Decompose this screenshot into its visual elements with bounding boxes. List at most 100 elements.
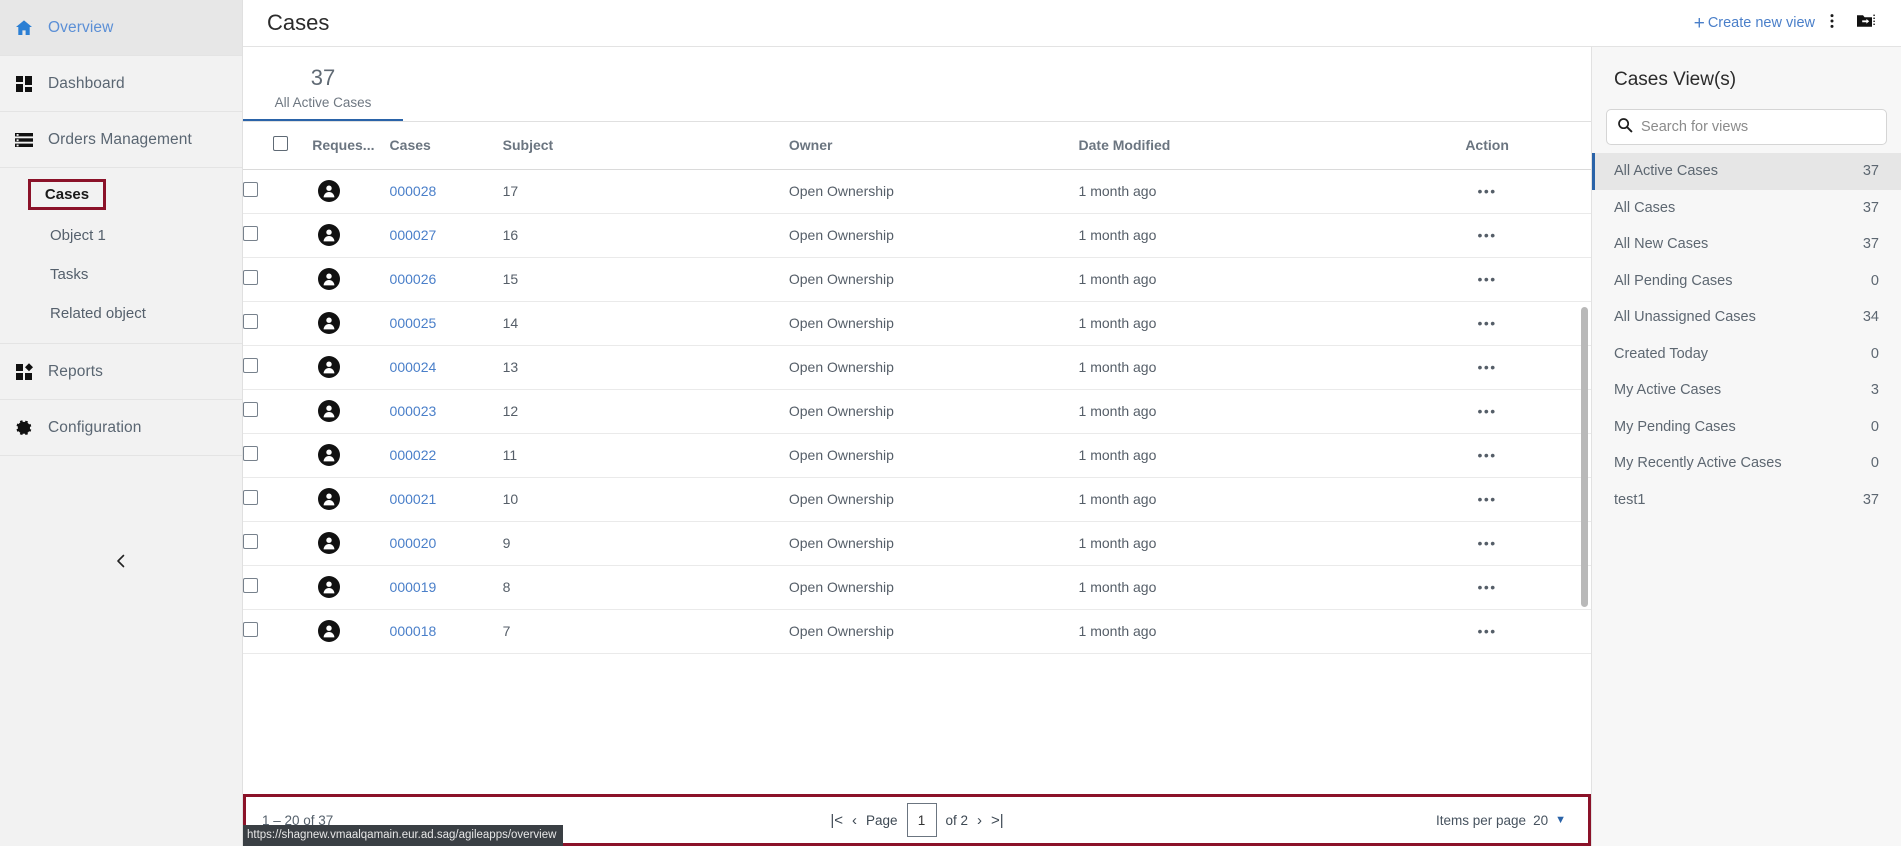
view-list-item[interactable]: My Active Cases 3: [1592, 372, 1901, 409]
table-row[interactable]: 000023 12 Open Ownership 1 month ago •••: [243, 389, 1591, 433]
prev-page-button[interactable]: ‹: [852, 812, 857, 829]
column-header-owner[interactable]: Owner: [788, 122, 1079, 170]
row-requester-cell: [312, 389, 389, 433]
total-pages-label: of 2: [945, 812, 969, 828]
export-button[interactable]: [1849, 6, 1883, 40]
table-row[interactable]: 000019 8 Open Ownership 1 month ago •••: [243, 565, 1591, 609]
view-item-count: 0: [1870, 272, 1879, 289]
sidebar-item-cases[interactable]: Cases: [28, 178, 106, 210]
case-link[interactable]: 000021: [390, 491, 437, 507]
column-header-subject[interactable]: Subject: [502, 122, 789, 170]
row-action-button[interactable]: •••: [1383, 433, 1591, 477]
row-checkbox[interactable]: [243, 314, 258, 329]
column-header-cases[interactable]: Cases: [389, 122, 503, 170]
first-page-button[interactable]: |<: [830, 812, 843, 829]
view-list-item[interactable]: All New Cases 37: [1592, 226, 1901, 263]
view-list-item[interactable]: My Recently Active Cases 0: [1592, 445, 1901, 482]
row-date-cell: 1 month ago: [1078, 359, 1157, 375]
table-row[interactable]: 000025 14 Open Ownership 1 month ago •••: [243, 301, 1591, 345]
row-action-button[interactable]: •••: [1383, 169, 1591, 213]
view-list-item[interactable]: Created Today 0: [1592, 336, 1901, 373]
column-header-requester[interactable]: Reques...: [312, 122, 390, 170]
table-row[interactable]: 000021 10 Open Ownership 1 month ago •••: [243, 477, 1591, 521]
tab-all-active-cases[interactable]: 37 All Active Cases: [243, 47, 403, 122]
case-link[interactable]: 000025: [390, 315, 437, 331]
cases-table: Reques... Cases Subject Owner Date Modif…: [243, 122, 1591, 654]
views-search-box[interactable]: [1606, 109, 1887, 145]
table-row[interactable]: 000018 7 Open Ownership 1 month ago •••: [243, 609, 1591, 653]
select-all-checkbox[interactable]: [273, 136, 288, 152]
row-owner-cell: Open Ownership: [788, 623, 894, 639]
view-list-item[interactable]: My Pending Cases 0: [1592, 409, 1901, 446]
case-link[interactable]: 000023: [390, 403, 437, 419]
row-action-button[interactable]: •••: [1383, 477, 1591, 521]
sidebar-item-object-1[interactable]: Object 1: [0, 216, 242, 255]
row-action-button[interactable]: •••: [1383, 389, 1591, 433]
row-subject-cell: 14: [502, 315, 519, 331]
row-checkbox[interactable]: [243, 402, 258, 417]
grid-vertical-scrollbar[interactable]: [1581, 307, 1588, 607]
page-label: Page: [865, 812, 898, 828]
table-row[interactable]: 000027 16 Open Ownership 1 month ago •••: [243, 213, 1591, 257]
row-checkbox[interactable]: [243, 358, 258, 373]
row-action-button[interactable]: •••: [1383, 345, 1591, 389]
row-subject-cell: 13: [502, 359, 519, 375]
table-row[interactable]: 000024 13 Open Ownership 1 month ago •••: [243, 345, 1591, 389]
row-checkbox[interactable]: [243, 490, 258, 505]
view-list-item[interactable]: All Active Cases 37: [1592, 153, 1901, 190]
view-list-item[interactable]: All Cases 37: [1592, 190, 1901, 227]
row-action-button[interactable]: •••: [1383, 301, 1591, 345]
search-input[interactable]: [1641, 119, 1876, 135]
row-action-button[interactable]: •••: [1383, 213, 1591, 257]
row-checkbox[interactable]: [243, 578, 258, 593]
view-list-item[interactable]: All Pending Cases 0: [1592, 263, 1901, 300]
sidebar-item-dashboard[interactable]: Dashboard: [0, 56, 242, 112]
row-action-button[interactable]: •••: [1383, 609, 1591, 653]
view-item-label: test1: [1614, 491, 1646, 508]
sidebar-item-label: Orders Management: [48, 130, 192, 148]
sidebar-item-overview[interactable]: Overview: [0, 0, 242, 56]
row-checkbox[interactable]: [243, 226, 258, 241]
create-new-view-button[interactable]: + Create new view: [1694, 14, 1815, 33]
table-row[interactable]: 000028 17 Open Ownership 1 month ago •••: [243, 169, 1591, 213]
case-link[interactable]: 000018: [390, 623, 437, 639]
column-header-date-modified[interactable]: Date Modified: [1078, 122, 1384, 170]
sidebar-item-related-object[interactable]: Related object: [0, 294, 242, 333]
row-checkbox[interactable]: [243, 622, 258, 637]
view-list-item[interactable]: test1 37: [1592, 482, 1901, 519]
row-checkbox[interactable]: [243, 446, 258, 461]
sidebar-item-reports[interactable]: Reports: [0, 344, 242, 400]
next-page-button[interactable]: ›: [977, 812, 982, 829]
row-checkbox[interactable]: [243, 182, 258, 197]
view-list-item[interactable]: All Unassigned Cases 34: [1592, 299, 1901, 336]
row-action-button[interactable]: •••: [1383, 521, 1591, 565]
view-item-count: 0: [1870, 455, 1879, 472]
table-row[interactable]: 000022 11 Open Ownership 1 month ago •••: [243, 433, 1591, 477]
more-options-button[interactable]: [1815, 6, 1849, 40]
sidebar-item-orders-management[interactable]: Orders Management: [0, 112, 242, 168]
case-link[interactable]: 000027: [390, 227, 437, 243]
case-link[interactable]: 000024: [390, 359, 437, 375]
case-link[interactable]: 000019: [390, 579, 437, 595]
page-number-input[interactable]: [906, 803, 937, 837]
case-link[interactable]: 000026: [390, 271, 437, 287]
row-owner-cell: Open Ownership: [788, 403, 894, 419]
row-checkbox[interactable]: [243, 534, 258, 549]
row-action-button[interactable]: •••: [1383, 565, 1591, 609]
sidebar-collapse-button[interactable]: [0, 553, 242, 574]
row-date-cell: 1 month ago: [1078, 491, 1157, 507]
case-link[interactable]: 000028: [390, 183, 437, 199]
sidebar-item-tasks[interactable]: Tasks: [0, 255, 242, 294]
row-select-cell: [243, 433, 312, 477]
table-header-row: Reques... Cases Subject Owner Date Modif…: [243, 122, 1591, 170]
last-page-button[interactable]: >|: [991, 812, 1004, 829]
avatar: [318, 312, 341, 334]
avatar: [318, 400, 341, 422]
table-row[interactable]: 000020 9 Open Ownership 1 month ago •••: [243, 521, 1591, 565]
table-row[interactable]: 000026 15 Open Ownership 1 month ago •••: [243, 257, 1591, 301]
sidebar-item-configuration[interactable]: Configuration: [0, 400, 242, 456]
case-link[interactable]: 000020: [390, 535, 437, 551]
row-checkbox[interactable]: [243, 270, 258, 285]
row-action-button[interactable]: •••: [1383, 257, 1591, 301]
case-link[interactable]: 000022: [390, 447, 437, 463]
